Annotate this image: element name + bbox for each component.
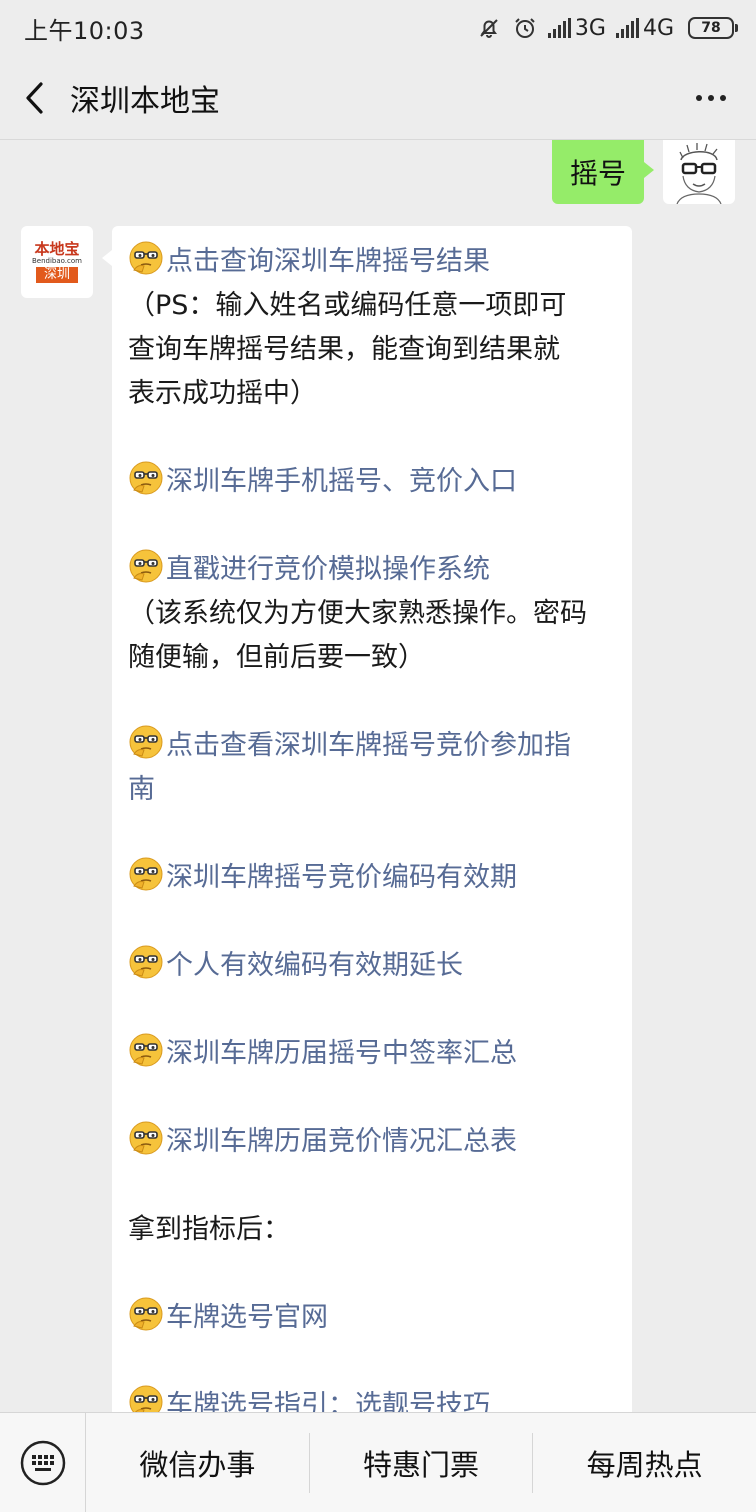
thinking-face-emoji-icon xyxy=(128,240,164,276)
line-spacer xyxy=(128,1252,616,1296)
thinking-face-emoji-icon xyxy=(128,944,164,980)
mute-bell-icon xyxy=(476,15,502,41)
back-button[interactable] xyxy=(0,56,70,140)
signal-3g: 3G xyxy=(547,15,606,41)
chat-messages[interactable]: 摇号 本地宝 Bendibao.com 深圳 点击查询深圳车牌摇号结果 （PS：输… xyxy=(0,140,756,1412)
line-spacer xyxy=(128,680,616,724)
line-spacer xyxy=(128,812,616,856)
message-link-line[interactable]: 直戳进行竞价模拟操作系统 xyxy=(128,548,616,592)
message-link-line[interactable]: 个人有效编码有效期延长 xyxy=(128,944,616,988)
keyboard-icon xyxy=(20,1440,65,1485)
menu-item-discount-tickets[interactable]: 特惠门票 xyxy=(310,1432,534,1493)
official-account-avatar[interactable]: 本地宝 Bendibao.com 深圳 xyxy=(21,226,93,298)
message-text: 随便输，但前后要一致） xyxy=(128,642,425,673)
line-spacer xyxy=(128,1164,616,1208)
user-avatar[interactable] xyxy=(663,140,735,204)
line-spacer xyxy=(128,416,616,460)
menu-item-weekly-hot[interactable]: 每周热点 xyxy=(533,1433,756,1493)
message-link-text[interactable]: 深圳车牌摇号竞价编码有效期 xyxy=(166,862,517,893)
message-link-text[interactable]: 深圳车牌历届摇号中签率汇总 xyxy=(166,1038,517,1069)
keyboard-toggle-button[interactable] xyxy=(0,1412,86,1512)
thinking-face-emoji-icon xyxy=(128,460,164,496)
message-link-line[interactable]: 车牌选号指引：选靓号技巧 xyxy=(128,1384,616,1412)
chevron-left-icon xyxy=(26,81,43,114)
line-spacer xyxy=(128,900,616,944)
more-options-button[interactable] xyxy=(696,56,726,140)
message-link-text[interactable]: 点击查看深圳车牌摇号竞价参加指 xyxy=(166,730,571,761)
message-text-line: 随便输，但前后要一致） xyxy=(128,636,616,680)
message-link-text[interactable]: 点击查询深圳车牌摇号结果 xyxy=(166,246,490,277)
message-link-text[interactable]: 直戳进行竞价模拟操作系统 xyxy=(166,554,490,585)
message-link-line[interactable]: 深圳车牌历届摇号中签率汇总 xyxy=(128,1032,616,1076)
message-text: 查询车牌摇号结果，能查询到结果就 xyxy=(128,334,560,365)
line-spacer xyxy=(128,504,616,548)
message-link-line[interactable]: 深圳车牌摇号竞价编码有效期 xyxy=(128,856,616,900)
network-type-label: 3G xyxy=(574,15,606,41)
cartoon-face-avatar-icon xyxy=(676,143,722,204)
logo-city: 深圳 xyxy=(35,267,78,283)
chat-header: 深圳本地宝 xyxy=(0,56,756,140)
thinking-face-emoji-icon xyxy=(128,1384,164,1412)
message-text: （该系统仅为方便大家熟悉操作。密码 xyxy=(128,598,587,629)
message-link-text[interactable]: 深圳车牌手机摇号、竞价入口 xyxy=(166,466,517,497)
message-text: （PS：输入姓名或编码任意一项即可 xyxy=(128,290,567,321)
status-bar: 上午10:03 3G 4G 78 xyxy=(0,0,756,56)
message-link-line[interactable]: 南 xyxy=(128,768,616,812)
signal-4g: 4G xyxy=(615,15,674,41)
message-link-line[interactable]: 深圳车牌手机摇号、竞价入口 xyxy=(128,460,616,504)
network-type-label: 4G xyxy=(642,15,674,41)
thinking-face-emoji-icon xyxy=(128,1296,164,1332)
message-text-line: （PS：输入姓名或编码任意一项即可 xyxy=(128,284,616,328)
message-link-text[interactable]: 深圳车牌历届竞价情况汇总表 xyxy=(166,1126,517,1157)
message-link-text[interactable]: 个人有效编码有效期延长 xyxy=(166,950,463,981)
thinking-face-emoji-icon xyxy=(128,548,164,584)
status-icons: 3G 4G 78 xyxy=(476,15,738,41)
message-text-line: 拿到指标后： xyxy=(128,1208,616,1252)
thinking-face-emoji-icon xyxy=(128,1032,164,1068)
message-text-line: （该系统仅为方便大家熟悉操作。密码 xyxy=(128,592,616,636)
battery-icon: 78 xyxy=(688,17,738,39)
message-link-text[interactable]: 车牌选号官网 xyxy=(166,1302,328,1333)
status-time: 上午10:03 xyxy=(24,16,145,45)
thinking-face-emoji-icon xyxy=(128,856,164,892)
chat-title: 深圳本地宝 xyxy=(70,83,220,119)
bot-message-bubble: 点击查询深圳车牌摇号结果 （PS：输入姓名或编码任意一项即可 查询车牌摇号结果，能查… xyxy=(102,226,632,1412)
line-spacer xyxy=(128,1076,616,1120)
message-link-line[interactable]: 点击查询深圳车牌摇号结果 xyxy=(128,240,616,284)
signal-bars-icon xyxy=(547,18,571,38)
message-link-line[interactable]: 点击查看深圳车牌摇号竞价参加指 xyxy=(128,724,616,768)
logo-name: 本地宝 xyxy=(34,240,80,258)
signal-bars-icon xyxy=(615,18,639,38)
message-text-line: 查询车牌摇号结果，能查询到结果就 xyxy=(128,328,616,372)
logo-domain: Bendibao.com xyxy=(31,257,82,265)
message-text: 表示成功摇中） xyxy=(128,378,317,409)
more-dots-icon xyxy=(696,95,702,101)
message-text: 拿到指标后： xyxy=(128,1214,290,1245)
thinking-face-emoji-icon xyxy=(128,1120,164,1156)
message-link-line[interactable]: 车牌选号官网 xyxy=(128,1296,616,1340)
user-message-bubble[interactable]: 摇号 xyxy=(551,140,655,204)
wechat-chat-screen: 上午10:03 3G 4G 78 深圳本地宝 摇号 本地宝 Bendibao.c… xyxy=(0,0,756,1512)
menu-item-wechat-services[interactable]: 微信办事 xyxy=(86,1432,310,1493)
message-link-text[interactable]: 车牌选号指引：选靓号技巧 xyxy=(166,1390,490,1412)
message-link-text[interactable]: 南 xyxy=(128,774,155,805)
line-spacer xyxy=(128,988,616,1032)
user-message-text: 摇号 xyxy=(569,157,626,190)
thinking-face-emoji-icon xyxy=(128,724,164,760)
message-link-line[interactable]: 深圳车牌历届竞价情况汇总表 xyxy=(128,1120,616,1164)
battery-level: 78 xyxy=(701,20,721,36)
alarm-clock-icon xyxy=(512,15,538,41)
line-spacer xyxy=(128,1340,616,1384)
message-text-line: 表示成功摇中） xyxy=(128,372,616,416)
account-bottom-menu: 微信办事 特惠门票 每周热点 xyxy=(0,1412,756,1512)
